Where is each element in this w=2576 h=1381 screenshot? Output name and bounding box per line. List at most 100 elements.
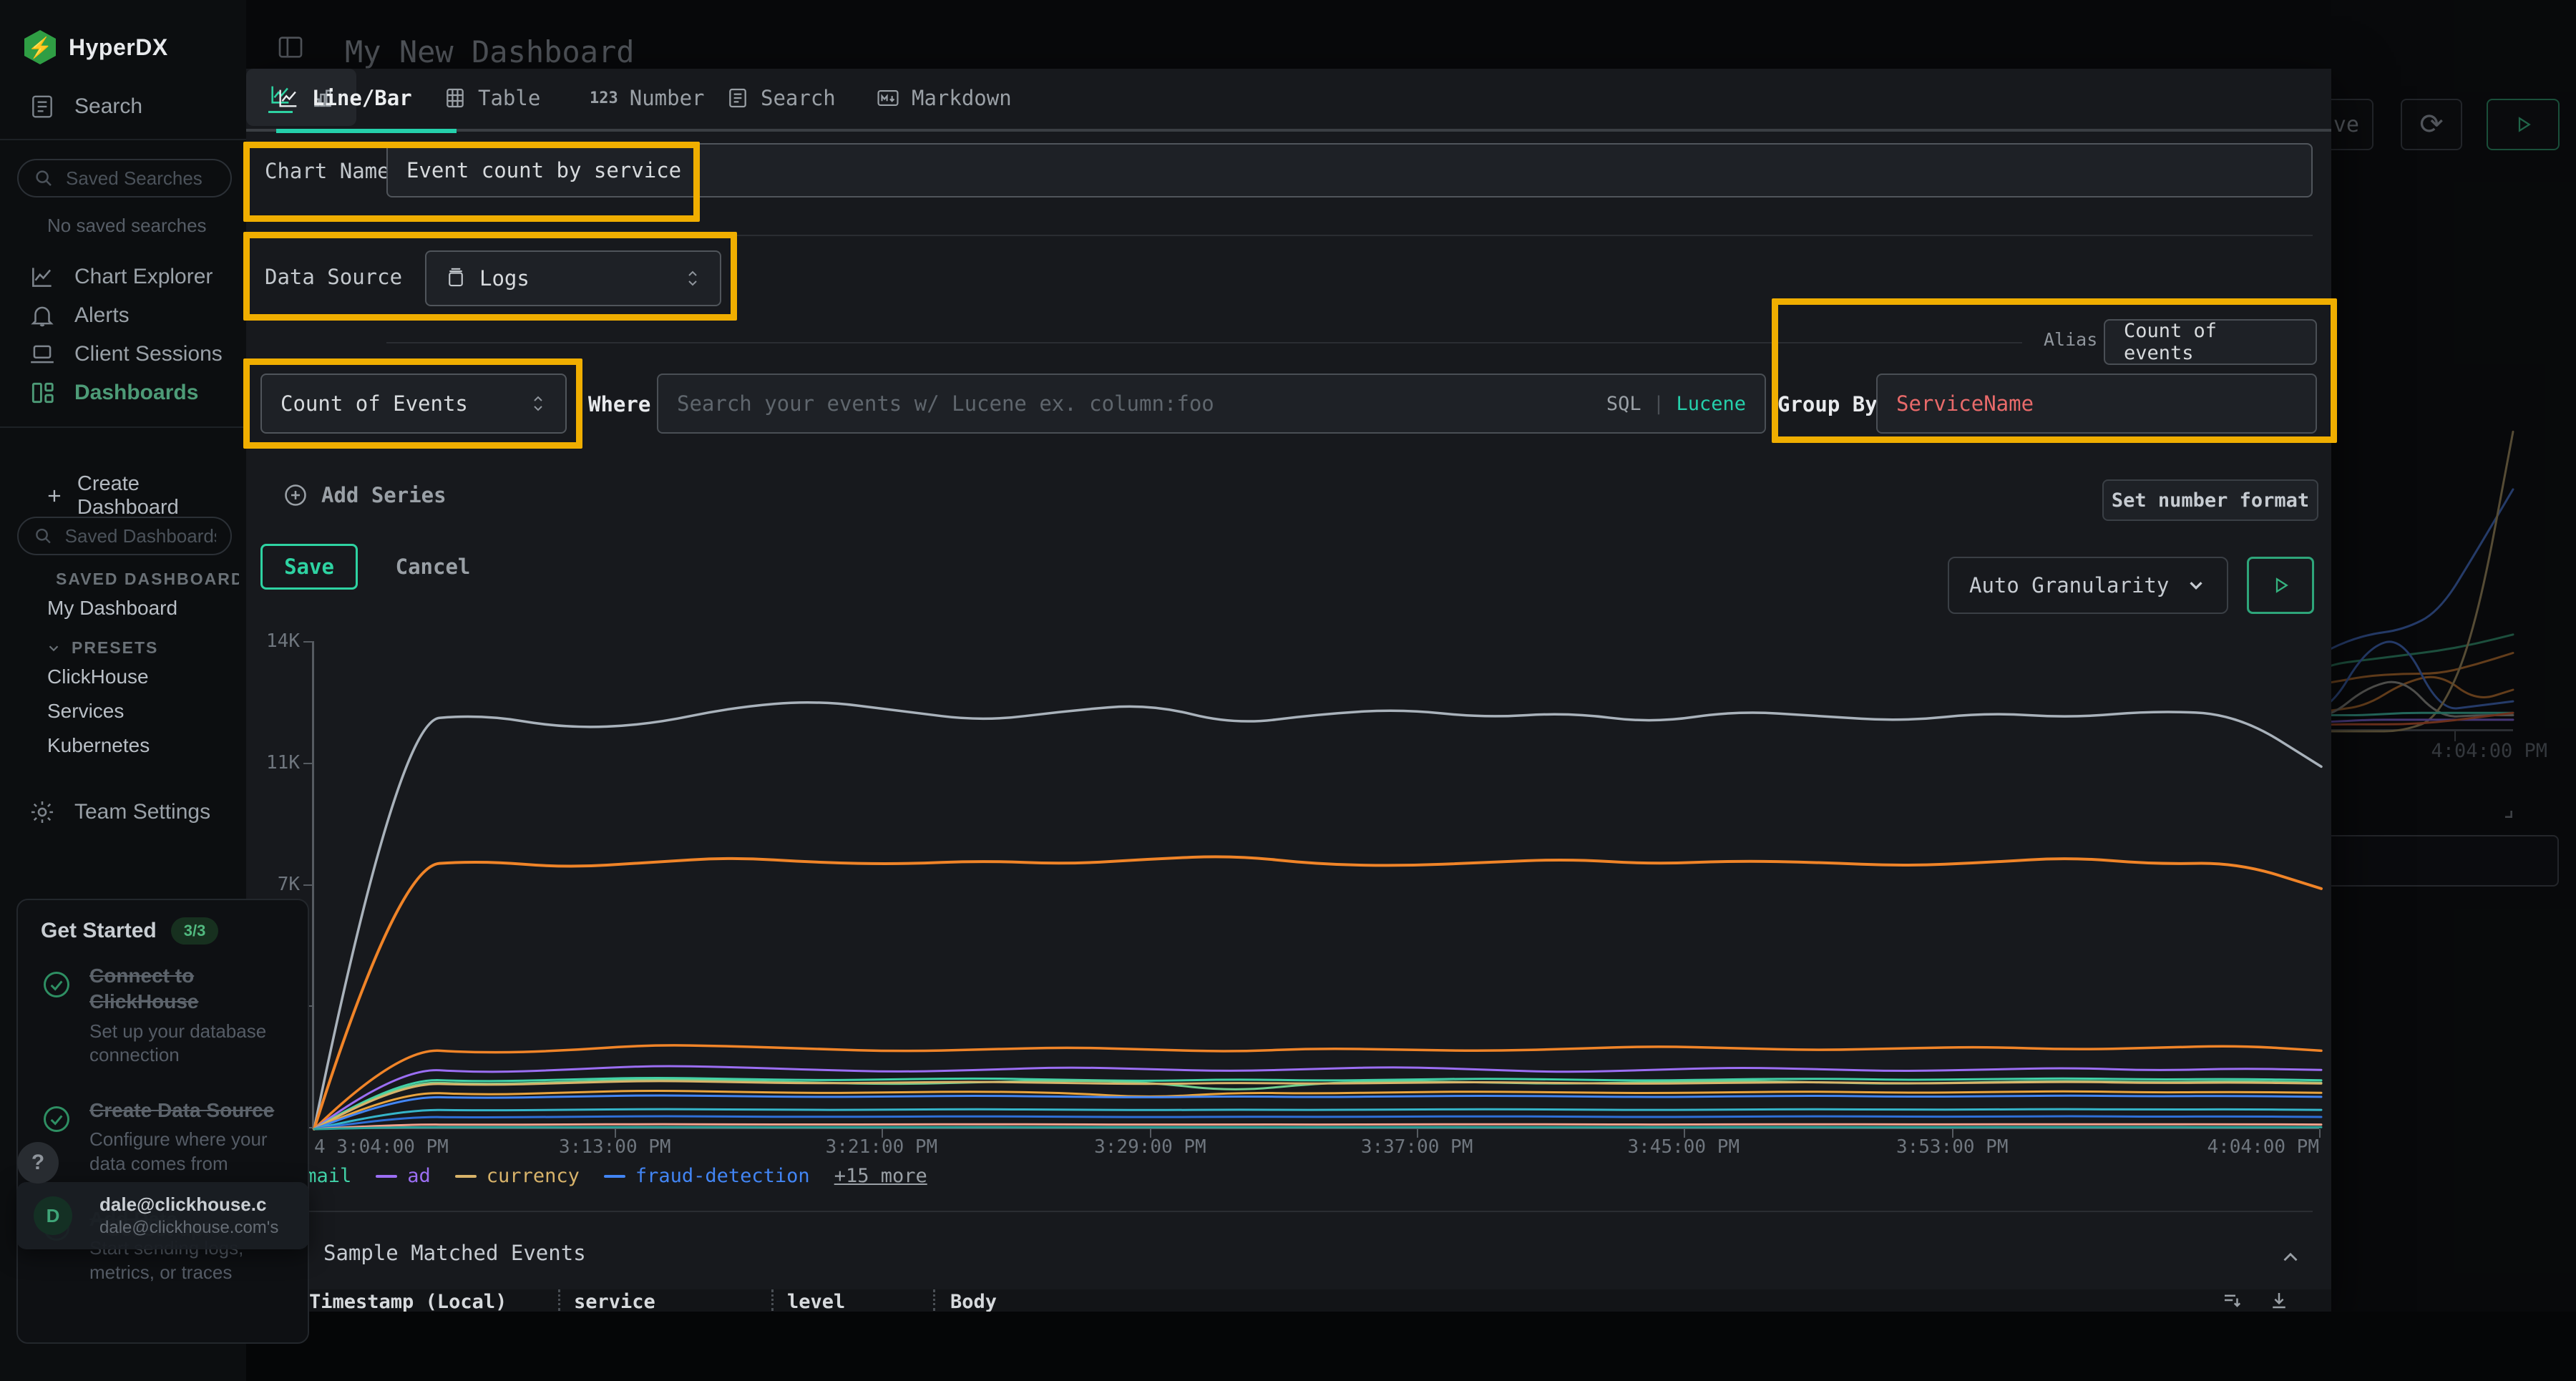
bottom-strip xyxy=(246,1312,2576,1381)
column-separator[interactable] xyxy=(933,1289,935,1311)
x-axis-label: 3:13:00 PM xyxy=(559,1136,671,1158)
sidebar-item-my-dashboard[interactable]: My Dashboard xyxy=(47,597,177,620)
where-placeholder: Search your events w/ Lucene ex. column:… xyxy=(677,391,1214,416)
search-icon xyxy=(33,167,54,189)
sidebar-item-dashboards[interactable]: Dashboards xyxy=(29,379,198,406)
chevron-up-icon xyxy=(2278,1245,2303,1269)
plus-icon xyxy=(44,486,64,506)
get-started-item-title: Connect to ClickHouse xyxy=(89,965,199,1012)
tab-number[interactable]: 123 Number xyxy=(590,86,705,110)
sidebar-item-chart-explorer[interactable]: Chart Explorer xyxy=(29,263,213,291)
legend-more-link[interactable]: +15 more xyxy=(834,1165,927,1187)
download-icon[interactable] xyxy=(2268,1289,2290,1311)
column-separator[interactable] xyxy=(558,1289,560,1311)
legend-label: ad xyxy=(407,1165,431,1187)
sidebar-item-clickhouse[interactable]: ClickHouse xyxy=(47,665,149,688)
where-input[interactable]: Search your events w/ Lucene ex. column:… xyxy=(657,374,1766,434)
add-series-label: Add Series xyxy=(321,483,447,507)
save-label: Save xyxy=(284,555,334,579)
markdown-icon xyxy=(876,86,900,110)
sidebar-item-search[interactable]: Search xyxy=(29,93,142,120)
sidebar-item-label: Chart Explorer xyxy=(74,265,213,289)
get-started-item[interactable]: Connect to ClickHouse Set up your databa… xyxy=(41,963,291,1067)
sidebar: ⚡ HyperDX Search Saved Searches No saved… xyxy=(0,0,246,1381)
legend-dash xyxy=(604,1175,625,1178)
annotation-box-chart-name xyxy=(243,142,700,222)
sidebar-item-kubernetes[interactable]: Kubernetes xyxy=(47,734,150,757)
sidebar-item-client-sessions[interactable]: Client Sessions xyxy=(29,341,223,368)
line-chart-plot[interactable]: 14K 11K 7K 3.5K 0 Aug 4 3:04:00 PM 3:13:… xyxy=(312,641,2319,1129)
legend-label: currency xyxy=(487,1165,580,1187)
set-number-format-button[interactable]: Set number format xyxy=(2102,479,2318,521)
column-header-timestamp[interactable]: Timestamp (Local) xyxy=(309,1291,507,1312)
saved-searches-placeholder: Saved Searches xyxy=(66,167,203,190)
set-number-format-label: Set number format xyxy=(2112,489,2309,512)
user-name: dale@clickhouse.c xyxy=(99,1194,300,1216)
sidebar-item-label: Search xyxy=(74,94,142,119)
app-logo[interactable]: ⚡ HyperDX xyxy=(24,30,168,64)
mode-divider: | xyxy=(1653,393,1664,415)
cancel-button[interactable]: Cancel xyxy=(386,544,479,590)
sql-mode-toggle[interactable]: SQL xyxy=(1606,393,1641,415)
saved-dashboards-section[interactable]: SAVED DASHBOARDS xyxy=(46,570,239,589)
lucene-mode-toggle[interactable]: Lucene xyxy=(1676,393,1746,415)
legend-dash xyxy=(455,1175,477,1178)
search-icon xyxy=(33,525,54,547)
divider xyxy=(265,1211,2313,1212)
line-chart-icon xyxy=(29,263,56,291)
saved-searches-input[interactable]: Saved Searches xyxy=(17,159,232,197)
circle-plus-icon xyxy=(283,482,308,508)
annotation-box-data-source xyxy=(243,232,737,321)
document-search-icon xyxy=(29,93,56,120)
add-series-button[interactable]: Add Series xyxy=(283,482,447,508)
y-axis-label: 7K xyxy=(246,874,300,895)
create-dashboard-button[interactable]: Create Dashboard xyxy=(44,472,246,519)
create-dashboard-label: Create Dashboard xyxy=(77,472,246,519)
no-saved-searches-note: No saved searches xyxy=(47,215,207,237)
tab-search[interactable]: Search xyxy=(726,86,836,110)
tab-label: Line/Bar xyxy=(312,86,412,110)
presets-section[interactable]: PRESETS xyxy=(46,638,158,658)
granularity-select[interactable]: Auto Granularity xyxy=(1948,557,2228,614)
divider xyxy=(0,139,246,140)
user-menu[interactable]: D dale@clickhouse.c dale@clickhouse.com'… xyxy=(16,1182,309,1249)
annotation-box-group-by xyxy=(1772,298,2337,443)
column-header-body[interactable]: Body xyxy=(950,1291,997,1312)
tab-line-bar[interactable]: Line/Bar xyxy=(276,86,412,110)
tab-table[interactable]: Table xyxy=(444,86,540,110)
legend-item[interactable]: fraud-detection xyxy=(604,1165,810,1187)
tabs-divider xyxy=(246,129,2331,132)
tab-markdown[interactable]: Markdown xyxy=(876,86,1012,110)
column-header-level[interactable]: level xyxy=(787,1291,845,1312)
save-button[interactable]: Save xyxy=(260,544,358,590)
chart-type-tabs: Line/Bar Table 123 Number Search Markdow… xyxy=(246,69,2331,132)
saved-dashboards-input[interactable]: Saved Dashboards xyxy=(17,517,232,555)
divider xyxy=(0,426,246,428)
saved-dashboards-placeholder: Saved Dashboards xyxy=(65,525,216,547)
get-started-item[interactable]: Create Data Source Configure where your … xyxy=(41,1098,291,1176)
x-axis-label: 4:04:00 PM xyxy=(2207,1136,2319,1158)
run-query-button[interactable] xyxy=(2247,557,2314,614)
x-axis-label: 3:21:00 PM xyxy=(826,1136,938,1158)
legend-item[interactable]: ad xyxy=(376,1165,431,1187)
events-table-header: Timestamp (Local) service level Body xyxy=(246,1289,2331,1312)
get-started-badge: 3/3 xyxy=(171,917,219,945)
dashboard-grid-icon xyxy=(29,379,56,406)
sidebar-item-label: Dashboards xyxy=(74,381,198,405)
section-header-label: SAVED DASHBOARDS xyxy=(56,570,239,589)
sort-icon[interactable] xyxy=(2221,1289,2243,1311)
collapse-section-button[interactable] xyxy=(2278,1245,2303,1269)
column-separator[interactable] xyxy=(771,1289,774,1311)
sidebar-item-services[interactable]: Services xyxy=(47,700,124,723)
sidebar-item-alerts[interactable]: Alerts xyxy=(29,302,130,329)
app-name: HyperDX xyxy=(69,34,168,61)
sidebar-item-team-settings[interactable]: Team Settings xyxy=(29,799,210,826)
column-header-service[interactable]: service xyxy=(574,1291,655,1312)
x-axis-label: 3:37:00 PM xyxy=(1361,1136,1473,1158)
chevron-down-icon xyxy=(2185,575,2207,596)
legend-item[interactable]: currency xyxy=(455,1165,580,1187)
cancel-label: Cancel xyxy=(396,555,471,579)
document-list-icon xyxy=(726,87,749,109)
help-button[interactable]: ? xyxy=(17,1142,59,1184)
legend-label: fraud-detection xyxy=(635,1165,810,1187)
